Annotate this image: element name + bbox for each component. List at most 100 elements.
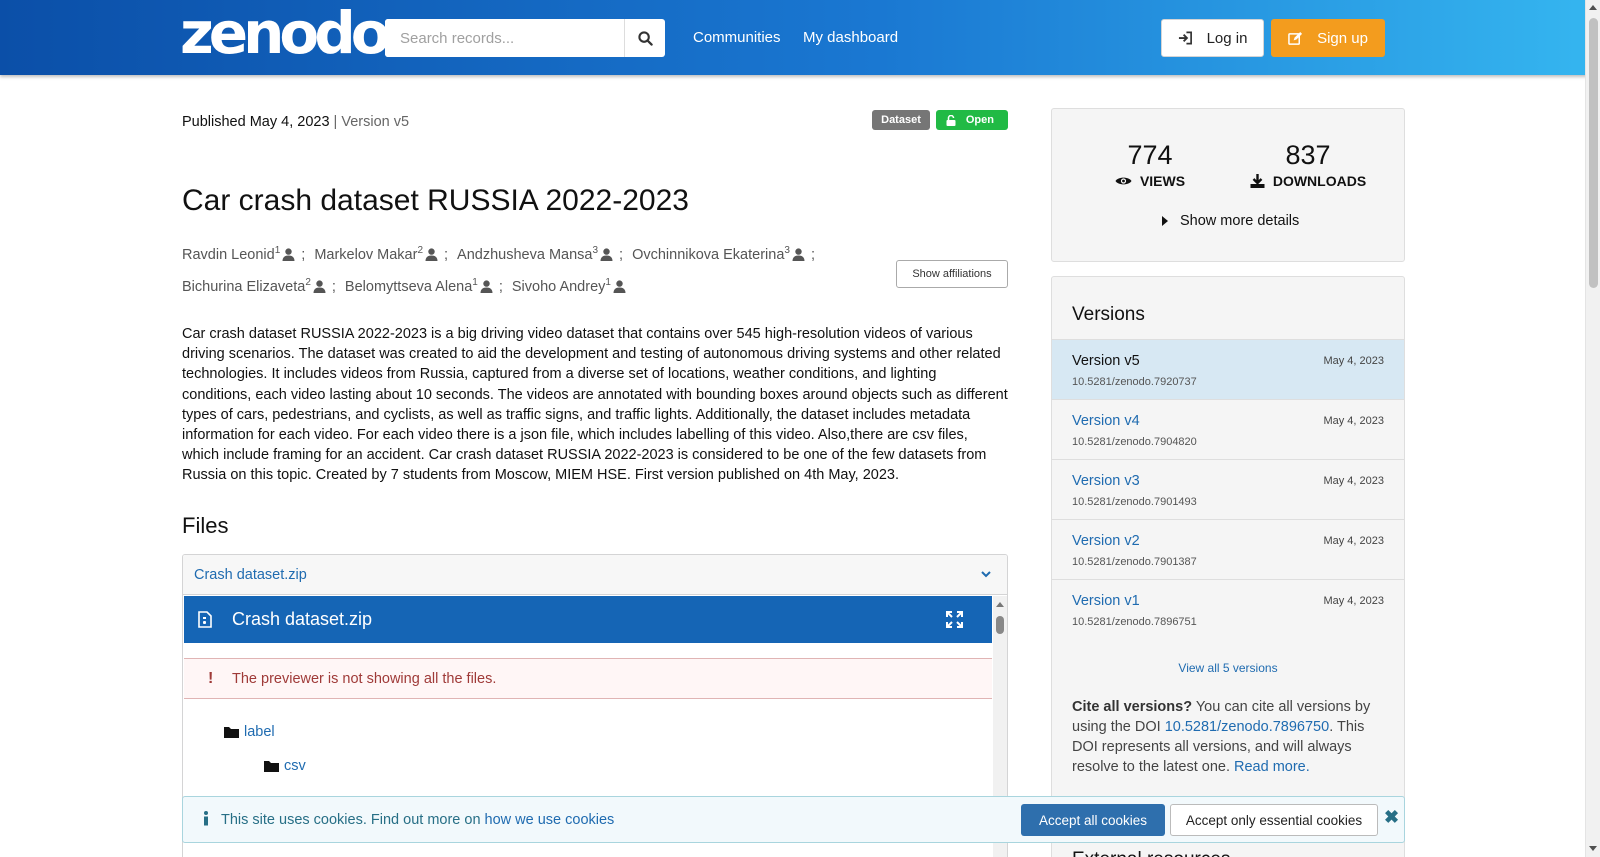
signup-label: Sign up [1317,29,1368,47]
unlock-icon [946,114,956,126]
login-label: Log in [1206,29,1248,47]
nav-communities[interactable]: Communities [693,29,781,46]
views-count: 774 [1127,140,1173,170]
zenodo-logo[interactable]: zenodo [180,4,391,62]
access-label: Open [965,114,994,126]
search-bar [385,19,665,57]
views-label: VIEWS [1139,173,1186,189]
chevron-down-icon [981,571,991,578]
downloads-count: 837 [1285,140,1331,170]
creator-item[interactable]: Sivoho Andrey1 [512,277,626,295]
views-stat: 774 VIEWS [1070,139,1230,189]
stats-panel: 774 VIEWS 837 DOWNLOADS Show more detail… [1051,108,1405,262]
version-date: May 4, 2023 [1323,475,1384,487]
sign-in-icon [1178,31,1192,45]
nav-my-dashboard[interactable]: My dashboard [803,29,898,46]
version-name[interactable]: Version v1 [1072,593,1140,609]
preview-warning: ! The previewer is not showing all the f… [184,658,992,699]
files-heading: Files [182,513,229,538]
version-date: May 4, 2023 [1323,415,1384,427]
version-item[interactable]: Version v2 May 4, 2023 10.5281/zenodo.7901… [1052,519,1404,579]
downloads-stat: 837 DOWNLOADS [1228,139,1388,189]
version-date: May 4, 2023 [1323,355,1384,367]
file-accordion-header[interactable]: Crash dataset.zip [183,555,1007,595]
version-item[interactable]: Version v1 May 4, 2023 10.5281/zenodo.7896… [1052,579,1404,639]
version-name[interactable]: Version v4 [1072,413,1140,429]
view-all-versions-link[interactable]: View all 5 versions [1052,661,1404,675]
preview-scroll-thumb[interactable] [996,616,1004,634]
creator-separator: ; [444,246,449,263]
warning-text: The previewer is not showing all the fil… [232,670,497,687]
signup-button[interactable]: Sign up [1271,19,1385,57]
close-icon[interactable]: ✖ [1384,807,1399,828]
cookie-banner: This site uses cookies. Find out more on… [182,796,1405,843]
person-icon [600,248,613,261]
person-icon [313,280,326,293]
creator-separator: ; [498,278,503,295]
person-icon [480,280,493,293]
cookie-policy-link[interactable]: how we use cookies [485,812,615,828]
creator-item[interactable]: Andzhusheva Mansa3 [457,245,613,263]
version-doi: 10.5281/zenodo.7901387 [1072,556,1197,568]
creator-separator: ; [331,278,336,295]
tree-folder-label[interactable]: label [224,724,275,740]
read-more-link[interactable]: Read more. [1234,759,1310,775]
tree-folder-csv[interactable]: csv [264,758,306,774]
info-icon [204,811,208,826]
version-doi: 10.5281/zenodo.7904820 [1072,436,1197,448]
accept-all-cookies-button[interactable]: Accept all cookies [1021,804,1165,836]
show-affiliations-button[interactable]: Show affiliations [896,260,1008,288]
creator-item[interactable]: Ovchinnikova Ekaterina3 [632,245,805,263]
person-icon [613,280,626,293]
preview-file-name: Crash dataset.zip [232,609,373,629]
version-doi: 10.5281/zenodo.7901493 [1072,496,1197,508]
creator-item[interactable]: Markelov Makar2 [314,245,438,263]
creator-separator: ; [619,246,624,263]
version-name[interactable]: Version v3 [1072,473,1140,489]
top-header: zenodo Communities My dashboard Log in S… [0,0,1600,75]
folder-icon [224,727,239,738]
record-badges: Dataset Open [872,110,1008,130]
version-label: | Version v5 [333,114,410,130]
file-archive-icon [198,611,212,628]
versions-panel: Versions Version v5 May 4, 2023 10.5281/ze… [1051,276,1405,857]
fullscreen-icon[interactable] [946,611,963,628]
version-name[interactable]: Version v5 [1072,353,1140,369]
preview-title-bar: Crash dataset.zip [184,596,992,643]
creator-item[interactable]: Belomyttseva Alena1 [345,277,493,295]
folder-icon [264,761,279,772]
edit-icon [1288,31,1303,45]
published-date: Published May 4, 2023 [182,114,330,130]
concept-doi-link[interactable]: 10.5281/zenodo.7896750 [1165,719,1330,735]
version-item[interactable]: Version v5 May 4, 2023 10.5281/zenodo.7920… [1052,339,1404,399]
version-doi: 10.5281/zenodo.7896751 [1072,616,1197,628]
record-title: Car crash dataset RUSSIA 2022-2023 [182,184,689,217]
version-item[interactable]: Version v3 May 4, 2023 10.5281/zenodo.7901… [1052,459,1404,519]
version-name[interactable]: Version v2 [1072,533,1140,549]
downloads-label: DOWNLOADS [1272,173,1367,189]
cite-all-versions: Cite all versions? You can cite all vers… [1072,699,1371,775]
publication-info: Published May 4, 2023 | Version v5 [182,114,409,130]
eye-icon [1115,177,1132,185]
creator-item[interactable]: Ravdin Leonid1 [182,245,295,263]
version-date: May 4, 2023 [1323,595,1384,607]
page-scroll-thumb[interactable] [1589,18,1598,288]
creator-separator: ; [301,246,306,263]
page-scrollbar[interactable] [1585,0,1600,857]
version-item[interactable]: Version v4 May 4, 2023 10.5281/zenodo.7904… [1052,399,1404,459]
search-icon [637,30,653,46]
creators-list: Ravdin Leonid1; Markelov Makar2; Andzhushe… [182,237,815,301]
show-more-details[interactable]: Show more details [1162,213,1299,229]
login-button[interactable]: Log in [1161,19,1264,57]
search-button[interactable] [624,19,665,57]
versions-heading: Versions [1072,304,1145,325]
person-icon [282,248,295,261]
search-input[interactable] [385,19,624,57]
accept-essential-cookies-button[interactable]: Accept only essential cookies [1170,804,1378,836]
person-icon [792,248,805,261]
access-badge: Open [935,110,1008,130]
creator-separator: ; [810,246,815,263]
person-icon [425,248,438,261]
creator-item[interactable]: Bichurina Elizaveta2 [182,277,326,295]
file-name-link[interactable]: Crash dataset.zip [194,567,307,583]
